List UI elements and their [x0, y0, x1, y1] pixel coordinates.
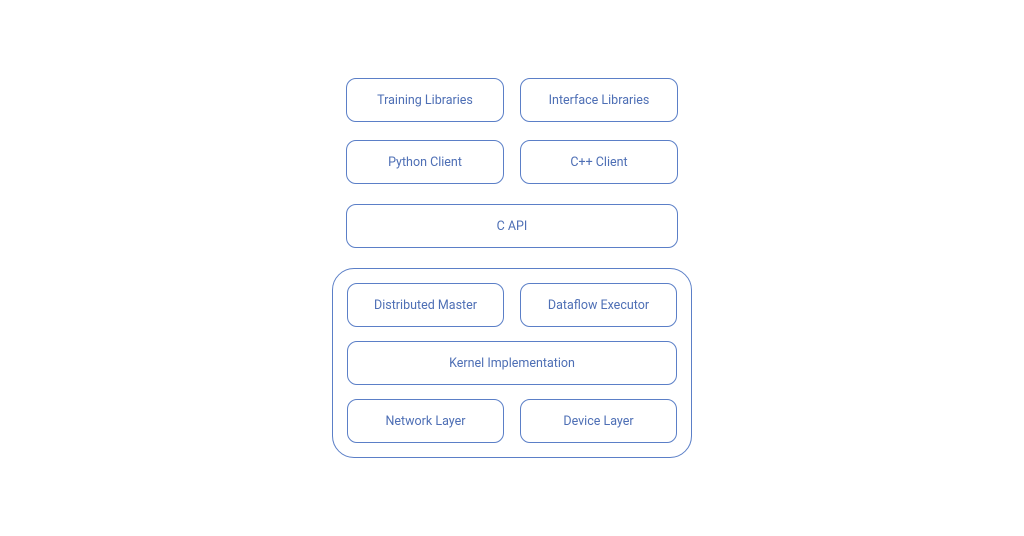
box-cpp-client: C++ Client [520, 140, 678, 184]
box-python-client: Python Client [346, 140, 504, 184]
box-network-layer: Network Layer [347, 399, 504, 443]
box-c-api: C API [346, 204, 678, 248]
row-lower-layers: Network Layer Device Layer [347, 399, 677, 443]
row-executors: Distributed Master Dataflow Executor [347, 283, 677, 327]
row-kernel: Kernel Implementation [347, 341, 677, 385]
row-libraries: Training Libraries Interface Libraries [332, 78, 692, 122]
runtime-container: Distributed Master Dataflow Executor Ker… [332, 268, 692, 458]
box-device-layer: Device Layer [520, 399, 677, 443]
box-distributed-master: Distributed Master [347, 283, 504, 327]
box-interface-libraries: Interface Libraries [520, 78, 678, 122]
row-c-api: C API [332, 204, 692, 248]
box-dataflow-executor: Dataflow Executor [520, 283, 677, 327]
box-training-libraries: Training Libraries [346, 78, 504, 122]
box-kernel-implementation: Kernel Implementation [347, 341, 677, 385]
architecture-diagram: Training Libraries Interface Libraries P… [332, 78, 692, 458]
row-clients: Python Client C++ Client [332, 140, 692, 184]
